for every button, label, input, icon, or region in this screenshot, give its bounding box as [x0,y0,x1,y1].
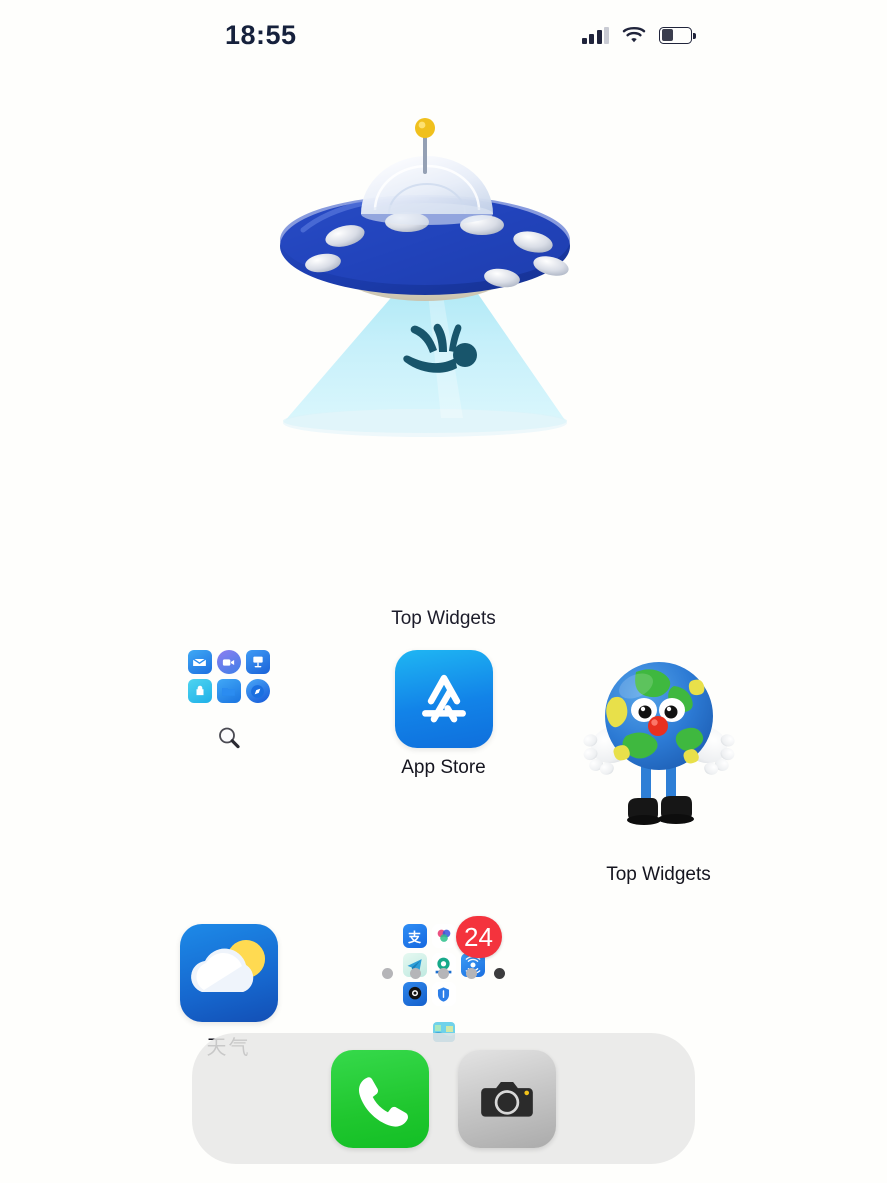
ufo-widget-label: Top Widgets [391,608,496,629]
widget-top-widgets-globe[interactable]: Top Widgets [574,650,744,886]
wifi-icon [622,26,646,44]
status-bar: 18:55 [0,0,887,70]
page-dot-2[interactable] [410,968,421,979]
app-store-icon [394,650,493,748]
shield-security-app-icon [431,982,456,1006]
app-app-store[interactable]: App Store [359,650,529,886]
page-dot-5[interactable] [494,968,505,979]
color-rings-app-icon [431,924,456,948]
folder-utilities[interactable] [144,650,314,886]
battery-icon [659,26,696,44]
safari-icon [245,679,270,703]
dock-item-camera[interactable] [458,1049,556,1148]
dock-item-phone[interactable] [331,1049,429,1148]
widget-top-widgets-ufo[interactable] [277,118,610,593]
status-bar-time: 18:55 [225,19,297,50]
page-dot-4[interactable] [466,968,477,979]
page-indicator-dots[interactable] [0,968,887,979]
dark-circle-app-icon [402,982,427,1006]
alipay-icon: 支 [402,924,427,948]
app-grid: App Store Top Widgets 24 支 [0,650,887,1060]
cellular-signal-icon [581,26,609,44]
signage-app-icon [245,650,270,674]
facetime-icon [216,650,241,674]
dock [192,1033,695,1164]
app-store-mini-icon [187,679,212,703]
files-icon [216,679,241,703]
app-grid-row-1: App Store Top Widgets [0,650,887,886]
folder-utilities-icons [187,650,270,703]
folder-badge-count: 24 [455,916,502,958]
status-bar-indicators [581,26,696,44]
globe-character-icon [574,650,744,855]
mail-icon [187,650,212,674]
app-store-label: App Store [401,757,486,778]
folder-chinese-apps[interactable]: 24 支 [359,916,529,1051]
page-dot-3[interactable] [438,968,449,979]
globe-widget-label: Top Widgets [606,864,711,885]
search-magnifier-icon[interactable] [216,725,242,751]
page-dot-1[interactable] [382,968,393,979]
